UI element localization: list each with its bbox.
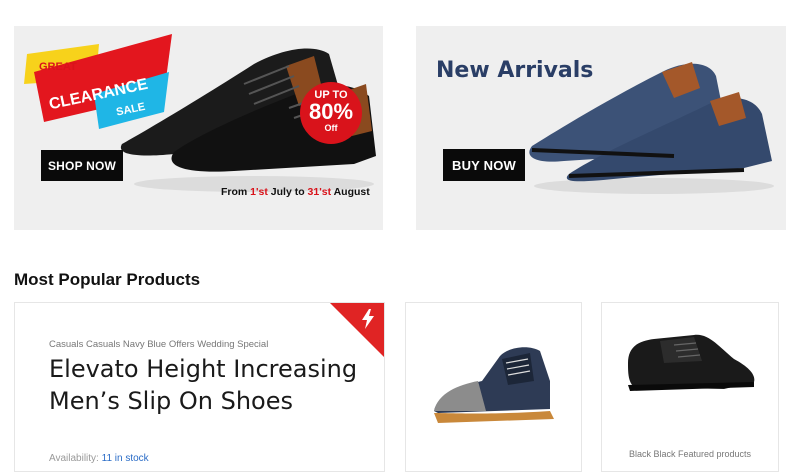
new-arrivals-banner[interactable]: New Arrivals BUY NOW [416, 26, 786, 230]
date-start-text: 1'st [250, 186, 268, 198]
product-card[interactable]: Casuals Casuals Navy Blue Offers Wedding… [14, 302, 385, 472]
discount-badge: UP TO 80% Off [300, 82, 362, 144]
sale-date-line: From 1'st July to 31'st August [221, 186, 370, 198]
badge-percent-text: 80% [308, 99, 354, 124]
product-card[interactable]: Black Black Featured products [601, 302, 779, 472]
badge-off-text: Off [324, 123, 338, 133]
clearance-sale-banner[interactable]: GREAT CLEARANCE SALE UP TO 80% Off SHOP … [14, 26, 383, 230]
product-availability: Availability: 11 in stock [49, 453, 149, 464]
product-title[interactable]: Elevato Height Increasing Men’s Slip On … [49, 353, 369, 417]
date-end-text: 31'st [307, 186, 332, 198]
grey-navy-brogue-image [434, 347, 554, 423]
ribbon-great-text: GREAT [39, 61, 77, 73]
product-category[interactable]: Black Black Featured products [602, 449, 778, 459]
black-oxford-image [628, 334, 755, 391]
date-mid-text: July to [267, 186, 308, 198]
lightning-icon [362, 309, 374, 329]
shop-now-button[interactable]: SHOP NOW [41, 150, 123, 181]
product-card[interactable] [405, 302, 582, 472]
availability-label: Availability: [49, 453, 102, 464]
product-category[interactable]: Casuals Casuals Navy Blue Offers Wedding… [49, 339, 268, 350]
buy-now-button[interactable]: BUY NOW [443, 149, 525, 181]
availability-value: 11 in stock [101, 453, 149, 464]
date-prefix-text: From [221, 186, 251, 198]
navy-loafers-image [529, 62, 774, 194]
section-title: Most Popular Products [14, 270, 201, 289]
date-suffix-text: August [331, 186, 370, 198]
